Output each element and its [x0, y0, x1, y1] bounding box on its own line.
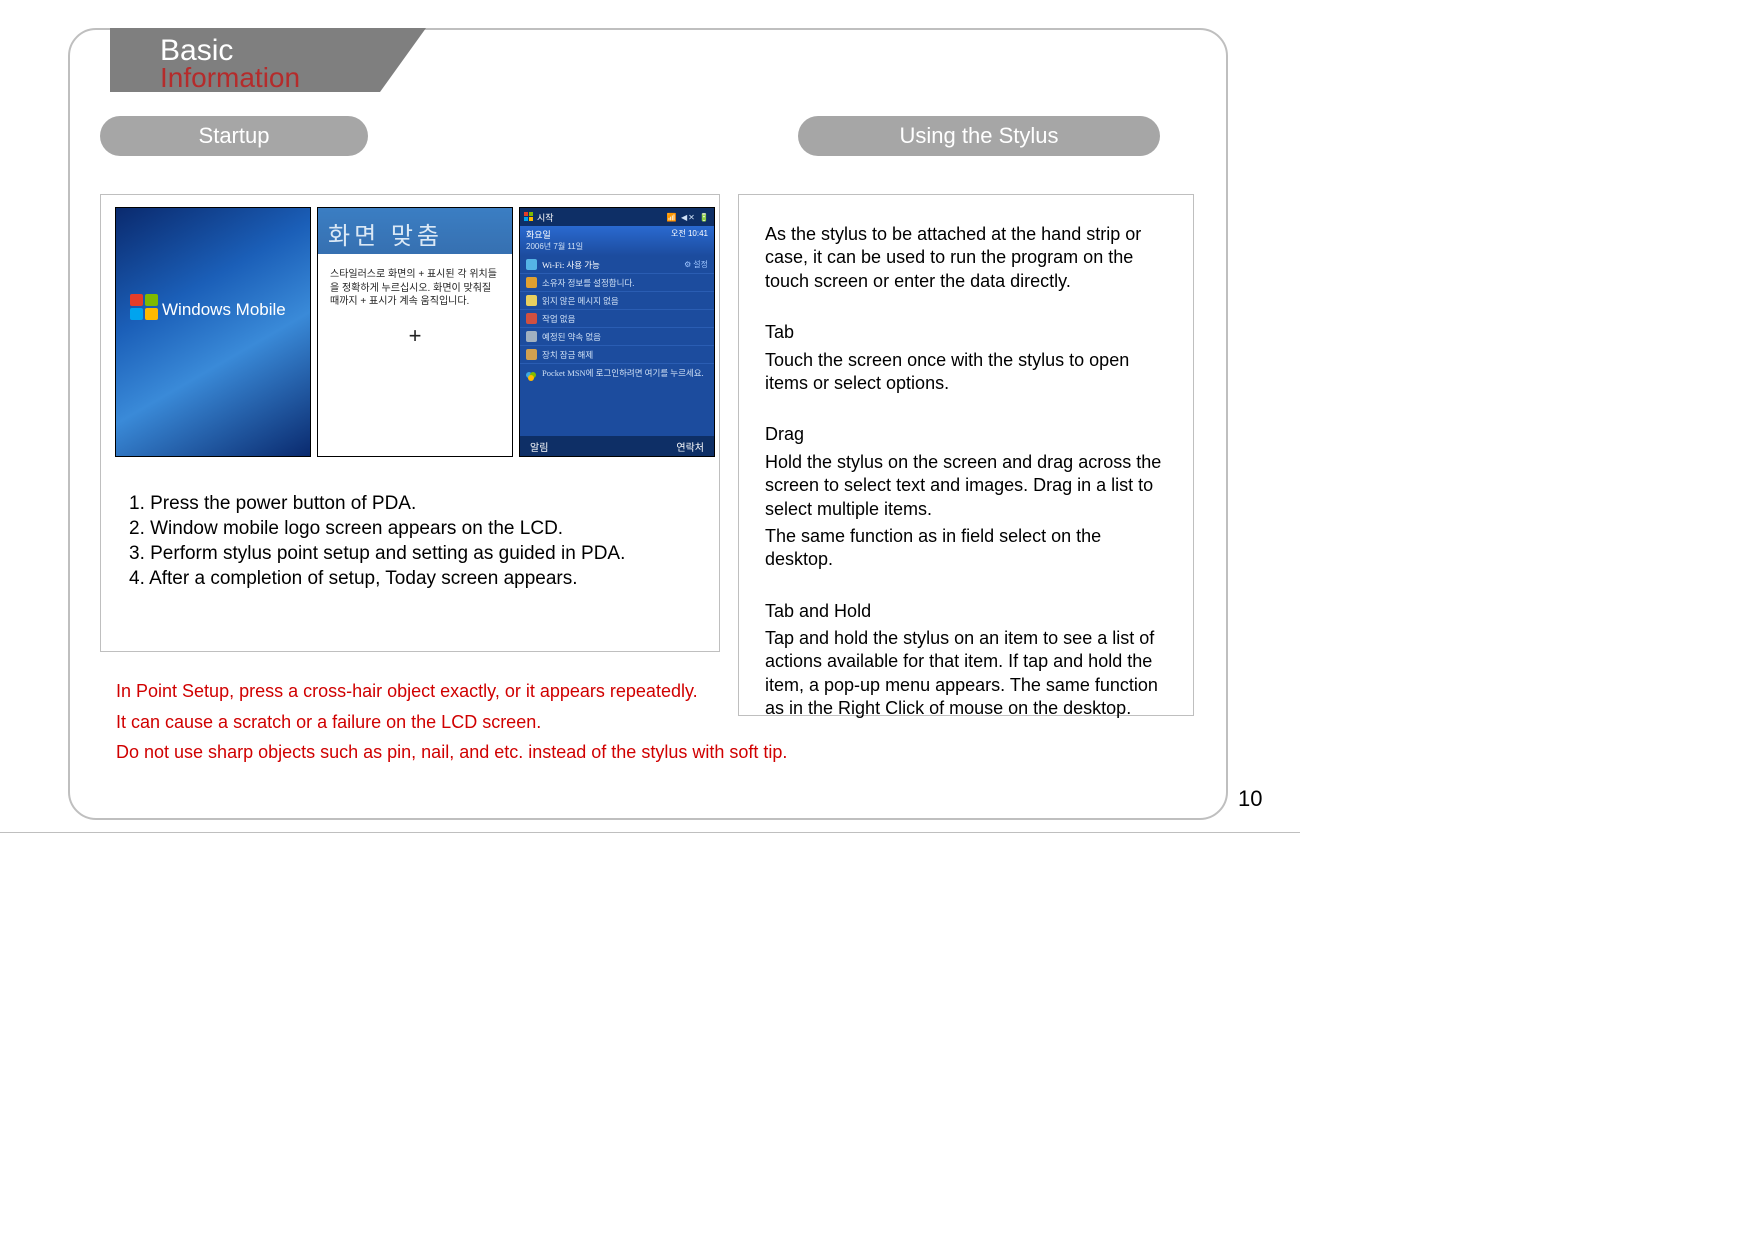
- step-3: 3. Perform stylus point setup and settin…: [129, 541, 689, 566]
- today-softkey-bar: 알림 연락처: [520, 436, 714, 456]
- row-icon: [526, 331, 537, 342]
- screenshot-today-screen: 시작 📶 ◀✕ 🔋 화요일 2006년 7월 11일 오전 10:41 Wi-F…: [519, 207, 715, 457]
- crosshair-icon: +: [330, 321, 500, 351]
- stylus-heading-pill: Using the Stylus: [798, 116, 1160, 156]
- today-rows: Wi-Fi: 사용 가능 ⚙설정소유자 정보를 설정합니다. 읽지 않은 메시지 없…: [520, 256, 714, 364]
- screenshot-align-screen: 화면 맞춤 스타일러스로 화면의 + 표시된 각 위치들을 정확하게 누르십시오…: [317, 207, 513, 457]
- warning-3: Do not use sharp objects such as pin, na…: [116, 737, 1176, 768]
- screenshot-row: Windows Mobile 화면 맞춤 스타일러스로 화면의 + 표시된 각 …: [115, 207, 715, 457]
- row-icon: [526, 259, 537, 270]
- startup-heading-pill: Startup: [100, 116, 368, 156]
- softkey-left: 알림: [530, 439, 548, 454]
- stylus-tab-title: Tab: [765, 321, 1171, 344]
- row-text: 읽지 않은 메시지 없음: [542, 295, 619, 307]
- section-title-line2: Information: [160, 63, 340, 94]
- status-icons: 📶 ◀✕ 🔋: [667, 213, 710, 222]
- msn-text: Pocket MSN에 로그인하려면 여기를 누르세요.: [542, 368, 704, 379]
- row-icon: [526, 277, 537, 288]
- row-icon: [526, 349, 537, 360]
- today-row: 장치 잠금 해제: [520, 346, 714, 364]
- step-4: 4. After a completion of setup, Today sc…: [129, 566, 689, 591]
- msn-icon: [526, 368, 537, 379]
- step-2: 2. Window mobile logo screen appears on …: [129, 516, 689, 541]
- today-row: Wi-Fi: 사용 가능 ⚙설정: [520, 256, 714, 274]
- start-flag-icon: [524, 212, 534, 222]
- today-msn-row: Pocket MSN에 로그인하려면 여기를 누르세요.: [520, 364, 714, 383]
- bottom-rule: [0, 832, 1300, 833]
- screenshot-windows-mobile-boot: Windows Mobile: [115, 207, 311, 457]
- stylus-hold-title: Tab and Hold: [765, 600, 1171, 623]
- windows-mobile-label: Windows Mobile: [162, 300, 286, 320]
- stylus-tab-body: Touch the screen once with the stylus to…: [765, 349, 1171, 396]
- warning-1: In Point Setup, press a cross-hair objec…: [116, 676, 1176, 707]
- warning-2: It can cause a scratch or a failure on t…: [116, 707, 1176, 738]
- today-row: 작업 없음: [520, 310, 714, 328]
- today-date: 2006년 7월 11일: [526, 241, 708, 252]
- row-icon: [526, 313, 537, 324]
- row-icon: [526, 295, 537, 306]
- stylus-intro: As the stylus to be attached at the hand…: [765, 223, 1171, 293]
- page-number: 10: [1238, 786, 1262, 812]
- warnings-block: In Point Setup, press a cross-hair objec…: [116, 676, 1176, 768]
- step-1: 1. Press the power button of PDA.: [129, 491, 689, 516]
- today-date-bar: 화요일 2006년 7월 11일 오전 10:41: [520, 226, 714, 256]
- startup-panel: Windows Mobile 화면 맞춤 스타일러스로 화면의 + 표시된 각 …: [100, 194, 720, 652]
- row-text: 장치 잠금 해제: [542, 349, 593, 361]
- row-right: ⚙설정: [684, 259, 708, 270]
- align-screen-title: 화면 맞춤: [318, 208, 512, 254]
- row-text: 작업 없음: [542, 313, 575, 325]
- row-text: 소유자 정보를 설정합니다.: [542, 277, 634, 289]
- today-row: 읽지 않은 메시지 없음: [520, 292, 714, 310]
- windows-logo-icon: [130, 294, 160, 322]
- today-row: 예정된 약속 없음: [520, 328, 714, 346]
- softkey-right: 연락처: [676, 439, 704, 454]
- today-time: 오전 10:41: [671, 228, 708, 239]
- row-right-text: 설정: [693, 259, 708, 270]
- row-text: Wi-Fi: 사용 가능: [542, 259, 600, 271]
- section-title-slant: [380, 28, 426, 92]
- today-topbar: 시작 📶 ◀✕ 🔋: [520, 208, 714, 226]
- stylus-drag-body-1: Hold the stylus on the screen and drag a…: [765, 451, 1171, 521]
- stylus-drag-title: Drag: [765, 423, 1171, 446]
- start-label: 시작: [537, 211, 554, 224]
- row-text: 예정된 약속 없음: [542, 331, 601, 343]
- stylus-drag-body-2: The same function as in field select on …: [765, 525, 1171, 572]
- section-title-tab: Basic Information: [110, 28, 380, 92]
- stylus-panel: As the stylus to be attached at the hand…: [738, 194, 1194, 716]
- startup-steps: 1. Press the power button of PDA. 2. Win…: [129, 491, 689, 591]
- align-screen-instruction: 스타일러스로 화면의 + 표시된 각 위치들을 정확하게 누르십시오. 화면이 …: [330, 268, 500, 309]
- today-row: 소유자 정보를 설정합니다.: [520, 274, 714, 292]
- gear-icon: ⚙: [684, 260, 691, 269]
